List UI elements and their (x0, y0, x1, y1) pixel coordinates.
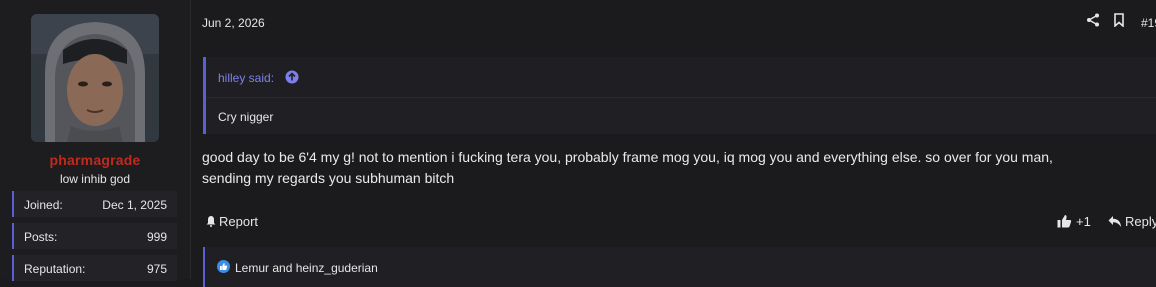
username[interactable]: pharmagrade (0, 152, 190, 168)
quote-block: hilley said: Cry nigger (203, 57, 1156, 134)
stat-joined: Joined: Dec 1, 2025 (12, 191, 177, 217)
message-line: good day to be 6'4 my g! not to mention … (202, 149, 1053, 165)
user-sidebar: pharmagrade low inhib god Joined: Dec 1,… (0, 0, 191, 281)
stat-reputation: Reputation: 975 (12, 255, 177, 281)
post-message: good day to be 6'4 my g! not to mention … (202, 147, 1147, 189)
stat-value: 999 (146, 230, 167, 244)
quote-header: hilley said: (206, 57, 1156, 98)
post-number[interactable]: #19 (1141, 16, 1156, 30)
like-icon (217, 260, 230, 273)
stat-value: 975 (146, 262, 167, 276)
reply-icon (1108, 215, 1122, 228)
stat-label: Reputation: (24, 262, 86, 276)
user-title: low inhib god (59, 172, 131, 186)
quote-author[interactable]: hilley said: (218, 71, 274, 85)
post-date[interactable]: Jun 2, 2026 (202, 16, 265, 30)
like-icon (1057, 214, 1072, 228)
avatar[interactable] (31, 14, 159, 142)
stat-label: Posts: (24, 230, 58, 244)
message-line: sending my regards you subhuman bitch (202, 170, 455, 186)
reply-label: Reply (1125, 214, 1156, 229)
quote-text: Cry nigger (218, 110, 274, 124)
share-icon[interactable] (1086, 13, 1102, 29)
post-header-actions: #19 (1086, 13, 1156, 33)
report-label: Report (219, 214, 259, 229)
stat-posts: Posts: 999 (12, 223, 177, 249)
stat-label: Joined: (24, 198, 63, 212)
bookmark-icon[interactable] (1113, 13, 1129, 29)
reactions-text[interactable]: Lemur and heinz_guderian (235, 261, 378, 275)
quote-arrow-icon[interactable] (285, 70, 299, 84)
report-icon (205, 215, 217, 227)
avatar-image (31, 14, 159, 142)
reactions-bar[interactable]: Lemur and heinz_guderian (203, 247, 1156, 287)
post: Jun 2, 2026 #19 hilley said: (191, 0, 1156, 287)
stat-value: Dec 1, 2025 (102, 198, 167, 212)
reaction-count: +1 (1076, 214, 1091, 229)
